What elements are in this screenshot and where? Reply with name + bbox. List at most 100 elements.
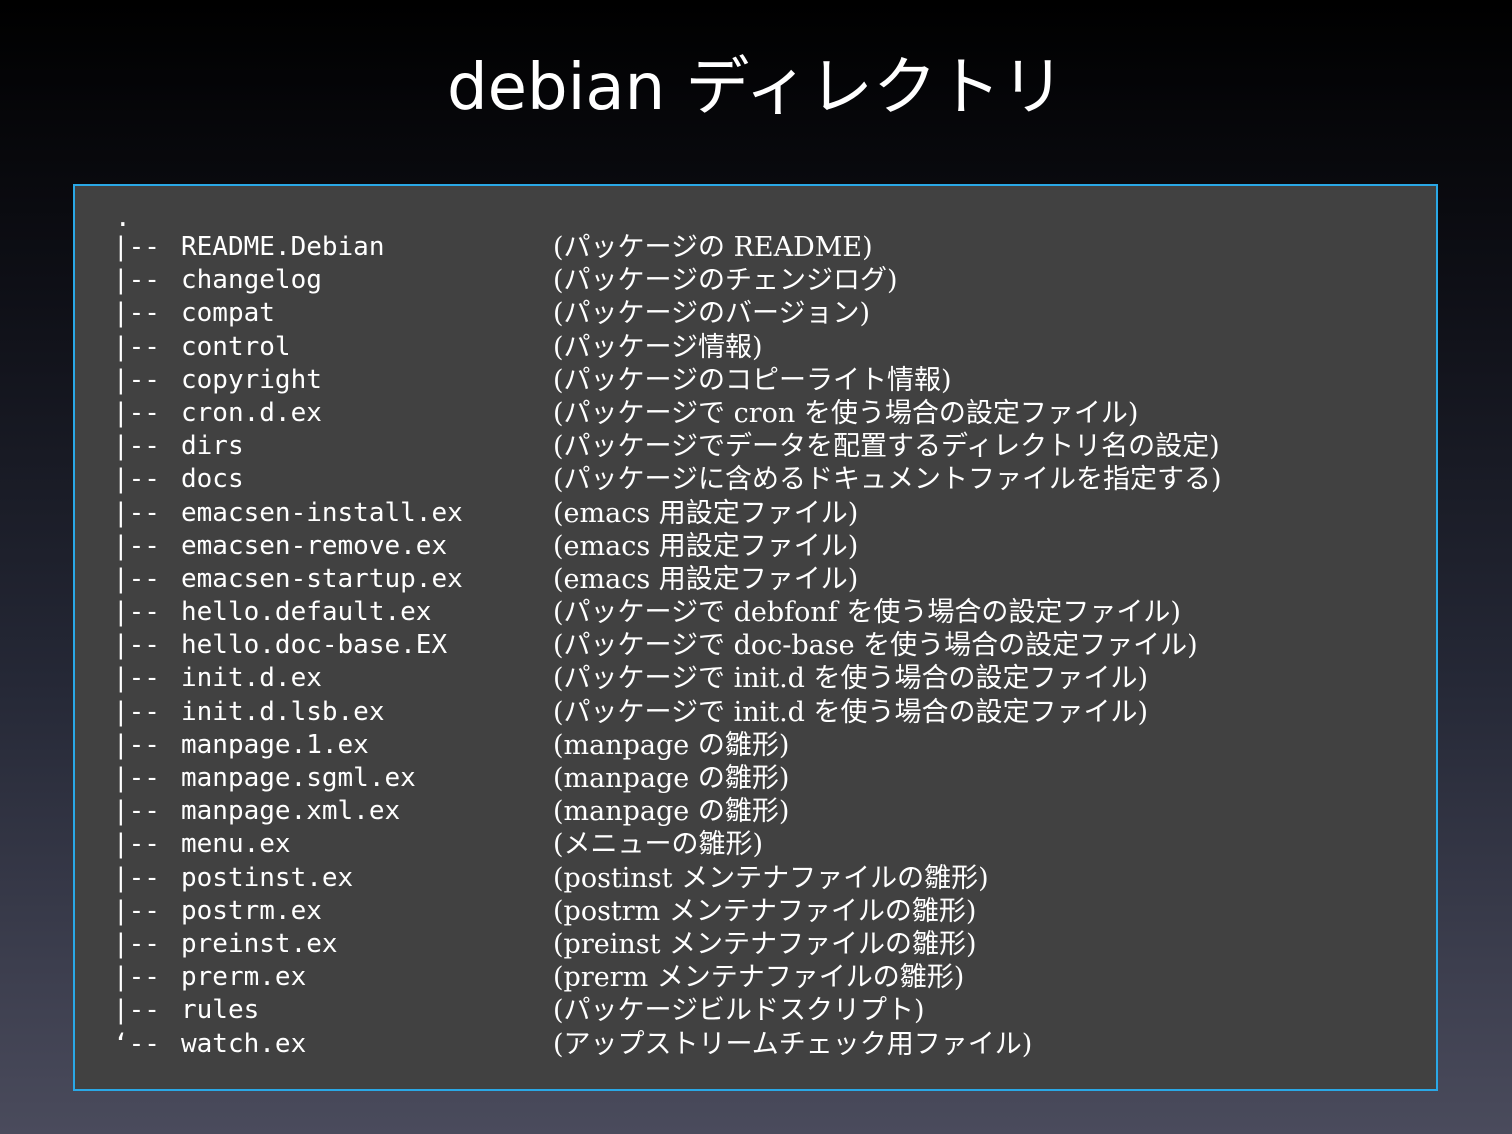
file-name: control: [181, 331, 291, 362]
tree-branch: |--: [113, 431, 160, 462]
file-name: menu.ex: [181, 829, 291, 860]
tree-row: |-- preinst.ex (preinst メンテナファイルの雛形): [113, 928, 1413, 961]
file-name: postrm.ex: [181, 895, 322, 926]
file-name: emacsen-startup.ex: [181, 563, 463, 594]
tree-branch: |--: [113, 497, 160, 528]
tree-branch: |--: [113, 397, 160, 428]
tree-row: |-- manpage.xml.ex (manpage の雛形): [113, 795, 1413, 828]
tree-branch: |--: [113, 298, 160, 329]
file-name: cron.d.ex: [181, 397, 322, 428]
tree-branch: |--: [113, 928, 160, 959]
tree-row: |-- copyright (パッケージのコピーライト情報): [113, 364, 1413, 397]
file-description: (パッケージのバージョン): [553, 298, 870, 330]
file-description: (manpage の雛形): [553, 763, 790, 794]
file-description: (パッケージ情報): [553, 331, 763, 363]
file-name: watch.ex: [181, 1028, 307, 1059]
file-name: hello.default.ex: [181, 597, 432, 628]
tree-row: |-- changelog (パッケージのチェンジログ): [113, 264, 1413, 297]
tree-row: |-- README.Debian (パッケージの README): [113, 231, 1413, 264]
file-name: manpage.xml.ex: [181, 796, 401, 827]
tree-branch: |--: [113, 364, 160, 395]
file-description: (パッケージで doc-base を使う場合の設定ファイル): [553, 630, 1198, 662]
tree-row: |-- init.d.ex (パッケージで init.d を使う場合の設定ファイ…: [113, 662, 1413, 695]
tree-row: |-- prerm.ex (prerm メンテナファイルの雛形): [113, 961, 1413, 994]
tree-row: |-- menu.ex (メニューの雛形): [113, 828, 1413, 861]
tree-branch: |--: [113, 563, 160, 594]
tree-branch: |--: [113, 464, 160, 495]
file-description: (パッケージで debfonf を使う場合の設定ファイル): [553, 597, 1181, 629]
tree-branch: |--: [113, 630, 160, 661]
tree-row: |-- manpage.1.ex (manpage の雛形): [113, 729, 1413, 762]
file-name: rules: [181, 995, 260, 1026]
file-description: (パッケージで init.d を使う場合の設定ファイル): [553, 696, 1149, 728]
file-description: (preinst メンテナファイルの雛形): [553, 928, 977, 960]
file-description: (postrm メンテナファイルの雛形): [553, 895, 977, 927]
tree-row: |-- hello.default.ex (パッケージで debfonf を使う…: [113, 596, 1413, 629]
file-description: (パッケージのコピーライト情報): [553, 364, 952, 396]
tree-row: |-- emacsen-remove.ex (emacs 用設定ファイル): [113, 530, 1413, 563]
file-name: hello.doc-base.EX: [181, 630, 448, 661]
tree-row: |-- compat (パッケージのバージョン): [113, 297, 1413, 330]
file-description: (パッケージに含めるドキュメントファイルを指定する): [553, 464, 1222, 496]
tree-branch: |--: [113, 530, 160, 561]
file-description: (manpage の雛形): [553, 796, 790, 828]
tree-row: |-- postinst.ex (postinst メンテナファイルの雛形): [113, 862, 1413, 895]
file-name: prerm.ex: [181, 962, 307, 993]
tree-row: ‘-- watch.ex (アップストリームチェック用ファイル): [113, 1028, 1413, 1061]
file-description: (パッケージの README): [553, 232, 873, 263]
file-description: (prerm メンテナファイルの雛形): [553, 962, 965, 994]
file-description: (アップストリームチェック用ファイル): [553, 1028, 1033, 1060]
tree-row: |-- emacsen-startup.ex (emacs 用設定ファイル): [113, 563, 1413, 596]
file-name: manpage.1.ex: [181, 729, 369, 760]
tree-branch: |--: [113, 962, 160, 993]
slide-title: debian ディレクトリ: [446, 51, 1066, 125]
file-name: README.Debian: [181, 232, 385, 262]
file-description: (パッケージで cron を使う場合の設定ファイル): [553, 397, 1139, 429]
file-description: (emacs 用設定ファイル): [553, 563, 859, 595]
file-name: init.d.lsb.ex: [181, 696, 385, 727]
file-name: changelog: [181, 265, 322, 296]
file-description: (メニューの雛形): [553, 829, 764, 861]
tree-row: |-- dirs (パッケージでデータを配置するディレクトリ名の設定): [113, 430, 1413, 463]
tree-branch: |--: [113, 829, 160, 860]
file-description: (emacs 用設定ファイル): [553, 530, 859, 562]
tree-branch: |--: [113, 729, 160, 760]
file-description: (emacs 用設定ファイル): [553, 497, 859, 529]
tree-branch: |--: [113, 331, 160, 362]
file-name: emacsen-install.ex: [181, 497, 463, 528]
file-name: dirs: [181, 431, 244, 462]
tree-row: |-- docs (パッケージに含めるドキュメントファイルを指定する): [113, 463, 1413, 496]
tree-branch: |--: [113, 895, 160, 926]
tree-row: |-- cron.d.ex (パッケージで cron を使う場合の設定ファイル): [113, 397, 1413, 430]
tree-branch: |--: [113, 763, 160, 793]
tree-branch: |--: [113, 862, 160, 893]
tree-row: |-- init.d.lsb.ex (パッケージで init.d を使う場合の設…: [113, 696, 1413, 729]
tree-branch: |--: [113, 663, 160, 694]
file-name: compat: [181, 298, 275, 329]
tree-branch: |--: [113, 232, 160, 262]
tree-row: |-- rules (パッケージビルドスクリプト): [113, 994, 1413, 1027]
file-name: init.d.ex: [181, 663, 322, 694]
tree-row: |-- hello.doc-base.EX (パッケージで doc-base を…: [113, 629, 1413, 662]
directory-tree-box: . |-- README.Debian (パッケージの README) |-- …: [73, 184, 1438, 1091]
tree-branch: |--: [113, 796, 160, 827]
tree-branch: |--: [113, 597, 160, 628]
tree-row: |-- control (パッケージ情報): [113, 331, 1413, 364]
file-name: emacsen-remove.ex: [181, 530, 448, 561]
tree-branch-last: ‘--: [113, 1028, 160, 1059]
directory-tree: |-- README.Debian (パッケージの README) |-- ch…: [113, 231, 1413, 1061]
file-description: (postinst メンテナファイルの雛形): [553, 862, 989, 894]
file-name: manpage.sgml.ex: [181, 763, 416, 793]
file-name: docs: [181, 464, 244, 495]
tree-branch: |--: [113, 696, 160, 727]
file-description: (パッケージビルドスクリプト): [553, 995, 925, 1027]
file-description: (manpage の雛形): [553, 729, 790, 761]
file-name: postinst.ex: [181, 862, 354, 893]
tree-branch: |--: [113, 995, 160, 1026]
tree-branch: |--: [113, 265, 160, 296]
file-description: (パッケージで init.d を使う場合の設定ファイル): [553, 663, 1149, 695]
file-description: (パッケージでデータを配置するディレクトリ名の設定): [553, 431, 1220, 463]
tree-row: |-- emacsen-install.ex (emacs 用設定ファイル): [113, 497, 1413, 530]
file-name: preinst.ex: [181, 928, 338, 959]
file-description: (パッケージのチェンジログ): [553, 265, 898, 297]
